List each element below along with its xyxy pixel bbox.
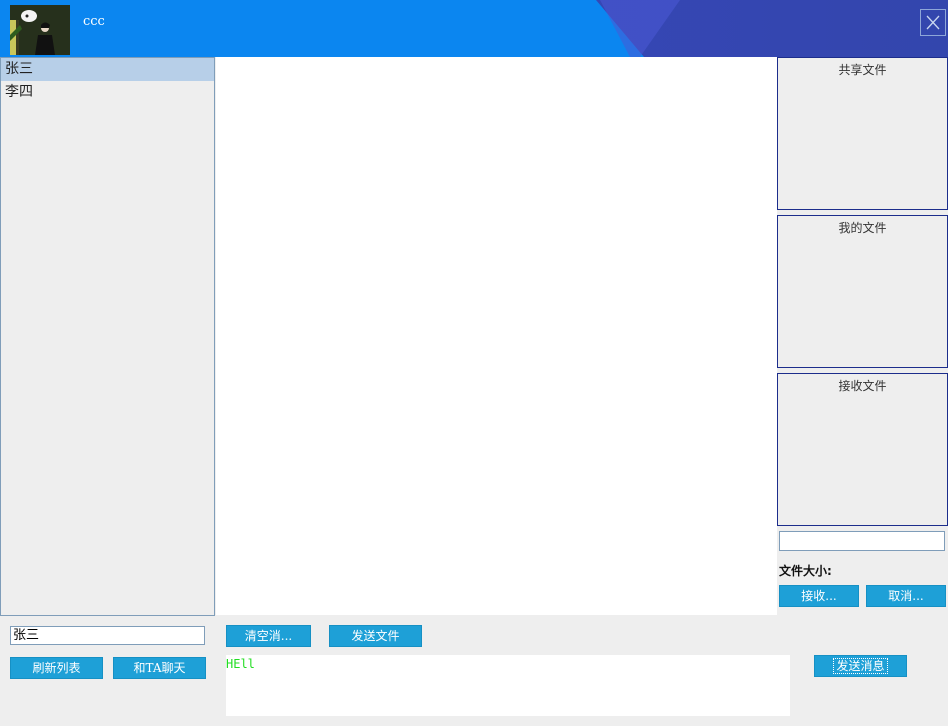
send-file-button[interactable]: 发送文件: [329, 625, 422, 647]
message-input[interactable]: HEll: [226, 655, 790, 716]
file-path-input[interactable]: [779, 531, 945, 551]
contact-item[interactable]: 张三: [1, 58, 214, 81]
title-bar-decoration: [596, 0, 948, 57]
clear-messages-button[interactable]: 清空消...: [226, 625, 311, 647]
chat-with-user-button[interactable]: 和TA聊天: [113, 657, 206, 679]
received-files-panel[interactable]: 接收文件: [777, 373, 948, 526]
contact-item[interactable]: 李四: [1, 81, 214, 104]
contact-list[interactable]: 张三 李四: [0, 57, 215, 616]
my-files-panel[interactable]: 我的文件: [777, 215, 948, 368]
send-message-button[interactable]: 发送消息: [814, 655, 907, 677]
target-user-input[interactable]: 张三: [10, 626, 205, 645]
receive-button[interactable]: 接收...: [779, 585, 859, 607]
close-button[interactable]: [920, 9, 946, 36]
file-size-label: 文件大小:: [779, 564, 832, 578]
close-icon[interactable]: [921, 10, 945, 35]
send-message-label: 发送消息: [833, 658, 888, 674]
shared-files-title: 共享文件: [838, 63, 887, 77]
user-name: ccc: [83, 14, 105, 29]
my-files-title: 我的文件: [838, 221, 887, 235]
cancel-button[interactable]: 取消...: [866, 585, 946, 607]
refresh-list-button[interactable]: 刷新列表: [10, 657, 103, 679]
chat-history-area[interactable]: [216, 57, 777, 615]
avatar[interactable]: [10, 5, 70, 55]
title-bar: ccc: [0, 0, 948, 57]
shared-files-panel[interactable]: 共享文件: [777, 57, 948, 210]
received-files-title: 接收文件: [838, 379, 887, 393]
